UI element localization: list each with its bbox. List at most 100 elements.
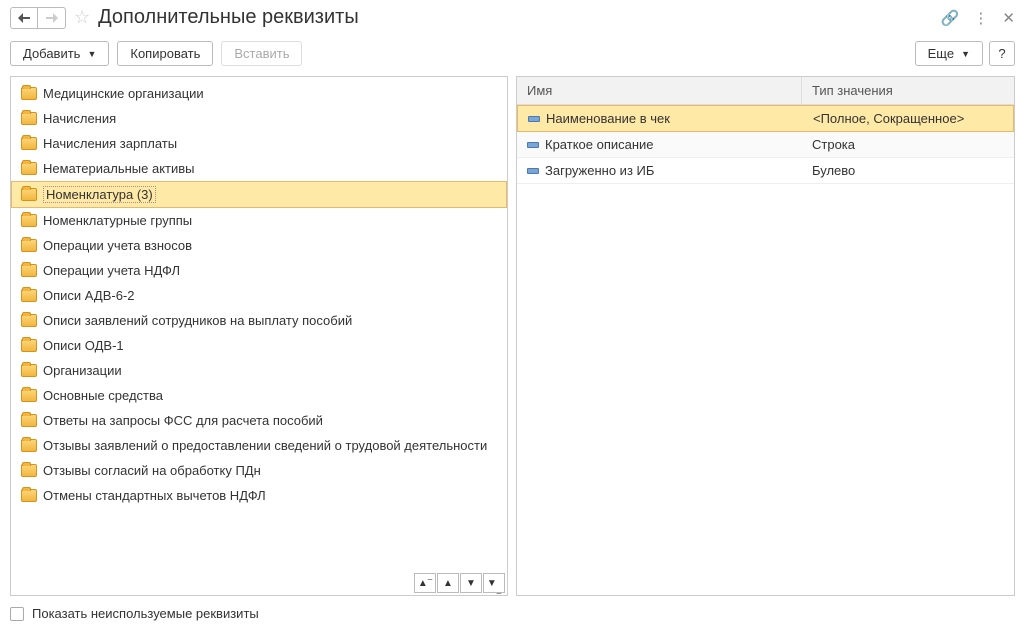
cell-name: Наименование в чек	[518, 106, 803, 131]
tree-item[interactable]: Организации	[11, 358, 507, 383]
tree-item[interactable]: Нематериальные активы	[11, 156, 507, 181]
tree-item-label: Номенклатура (3)	[43, 186, 156, 203]
table-row[interactable]: Краткое описаниеСтрока	[517, 132, 1014, 158]
page-title: Дополнительные реквизиты	[98, 6, 933, 29]
tree-item-label: Описи заявлений сотрудников на выплату п…	[43, 313, 352, 328]
tree-item-label: Описи АДВ-6-2	[43, 288, 134, 303]
table-row[interactable]: Загруженно из ИБ Булево	[517, 158, 1014, 184]
cell-name-text: Загруженно из ИБ	[545, 163, 654, 178]
tree-item[interactable]: Отмены стандартных вычетов НДФЛ	[11, 483, 507, 508]
header-actions: 🔗 ⋮ ✕	[941, 9, 1015, 27]
paste-button-label: Вставить	[234, 46, 289, 61]
folder-icon	[21, 264, 37, 277]
arrow-left-icon	[18, 13, 30, 23]
tree-list[interactable]: Медицинские организации Начисления Начисле…	[11, 77, 507, 571]
tree-item[interactable]: Начисления зарплаты	[11, 131, 507, 156]
tree-item[interactable]: Медицинские организации	[11, 81, 507, 106]
tree-item-label: Организации	[43, 363, 122, 378]
folder-icon	[21, 137, 37, 150]
tree-item[interactable]: Номенклатура (3)	[11, 181, 507, 208]
cell-name: Краткое описание	[517, 132, 802, 157]
folder-icon	[21, 464, 37, 477]
folder-icon	[21, 289, 37, 302]
menu-icon[interactable]: ⋮	[973, 9, 988, 27]
tree-item-label: Основные средства	[43, 388, 163, 403]
tree-item[interactable]: Описи ОДВ-1	[11, 333, 507, 358]
more-button[interactable]: Еще ▼	[915, 41, 983, 66]
left-panel: Медицинские организации Начисления Начисле…	[10, 76, 508, 596]
folder-icon	[21, 339, 37, 352]
table-row[interactable]: Наименование в чек <Полное, Сокращенное>	[517, 105, 1014, 132]
attribute-icon	[528, 116, 540, 122]
content: Медицинские организации Начисления Начисле…	[0, 76, 1025, 596]
folder-icon	[21, 112, 37, 125]
column-header-name[interactable]: Имя	[517, 77, 802, 104]
footer: Показать неиспользуемые реквизиты	[0, 596, 1025, 631]
cell-type: <Полное, Сокращенное>	[803, 106, 1013, 131]
table-body: Наименование в чек <Полное, Сокращенное>К…	[517, 105, 1014, 595]
tree-item[interactable]: Операции учета взносов	[11, 233, 507, 258]
tree-item[interactable]: Ответы на запросы ФСС для расчета пособи…	[11, 408, 507, 433]
tree-item[interactable]: Основные средства	[11, 383, 507, 408]
toolbar-right: Еще ▼ ?	[915, 41, 1015, 66]
tree-item-label: Операции учета взносов	[43, 238, 192, 253]
tree-item-label: Отзывы заявлений о предоставлении сведен…	[43, 438, 487, 453]
column-header-type[interactable]: Тип значения	[802, 77, 1014, 104]
add-button-label: Добавить	[23, 46, 80, 61]
folder-icon	[21, 162, 37, 175]
back-button[interactable]	[10, 7, 38, 29]
close-icon[interactable]: ✕	[1002, 9, 1015, 27]
chevron-down-icon: ▼	[961, 49, 970, 59]
tree-item-label: Начисления	[43, 111, 116, 126]
tree-item-label: Ответы на запросы ФСС для расчета пособи…	[43, 413, 323, 428]
tree-item[interactable]: Номенклатурные группы	[11, 208, 507, 233]
scroll-up-button[interactable]: ▲	[437, 573, 459, 593]
cell-type: Булево	[802, 158, 1014, 183]
tree-item[interactable]: Описи АДВ-6-2	[11, 283, 507, 308]
scroll-down-button[interactable]: ▼	[460, 573, 482, 593]
tree-item-label: Операции учета НДФЛ	[43, 263, 180, 278]
table-header: Имя Тип значения	[517, 77, 1014, 105]
show-unused-checkbox[interactable]	[10, 607, 24, 621]
help-button[interactable]: ?	[989, 41, 1015, 66]
add-button[interactable]: Добавить ▼	[10, 41, 109, 66]
folder-icon	[21, 389, 37, 402]
tree-item[interactable]: Операции учета НДФЛ	[11, 258, 507, 283]
arrow-right-icon	[46, 13, 58, 23]
folder-icon	[21, 87, 37, 100]
copy-button[interactable]: Копировать	[117, 41, 213, 66]
tree-item[interactable]: Отзывы согласий на обработку ПДн	[11, 458, 507, 483]
tree-item[interactable]: Начисления	[11, 106, 507, 131]
attribute-icon	[527, 168, 539, 174]
scroll-top-button[interactable]: ▲_	[414, 573, 436, 593]
folder-icon	[21, 314, 37, 327]
attribute-icon	[527, 142, 539, 148]
tree-item[interactable]: Описи заявлений сотрудников на выплату п…	[11, 308, 507, 333]
folder-icon	[21, 414, 37, 427]
tree-nav-footer: ▲_ ▲ ▼ ▼_	[11, 571, 507, 595]
help-button-label: ?	[998, 46, 1005, 61]
nav-buttons	[10, 7, 66, 29]
cell-type: Строка	[802, 132, 1014, 157]
tree-item[interactable]: Отзывы заявлений о предоставлении сведен…	[11, 433, 507, 458]
tree-item-label: Начисления зарплаты	[43, 136, 177, 151]
folder-icon	[21, 364, 37, 377]
right-panel: Имя Тип значения Наименование в чек <Полн…	[516, 76, 1015, 596]
forward-button[interactable]	[38, 7, 66, 29]
chevron-down-icon: ▼	[87, 49, 96, 59]
cell-name: Загруженно из ИБ	[517, 158, 802, 183]
folder-icon	[21, 214, 37, 227]
tree-item-label: Номенклатурные группы	[43, 213, 192, 228]
link-icon[interactable]: 🔗	[941, 9, 960, 27]
favorite-icon[interactable]: ☆	[74, 7, 90, 28]
folder-icon	[21, 489, 37, 502]
more-button-label: Еще	[928, 46, 954, 61]
scroll-bottom-button[interactable]: ▼_	[483, 573, 505, 593]
paste-button[interactable]: Вставить	[221, 41, 302, 66]
tree-item-label: Описи ОДВ-1	[43, 338, 124, 353]
cell-name-text: Наименование в чек	[546, 111, 670, 126]
copy-button-label: Копировать	[130, 46, 200, 61]
toolbar: Добавить ▼ Копировать Вставить Еще ▼ ?	[0, 35, 1025, 76]
header: ☆ Дополнительные реквизиты 🔗 ⋮ ✕	[0, 0, 1025, 35]
folder-icon	[21, 439, 37, 452]
